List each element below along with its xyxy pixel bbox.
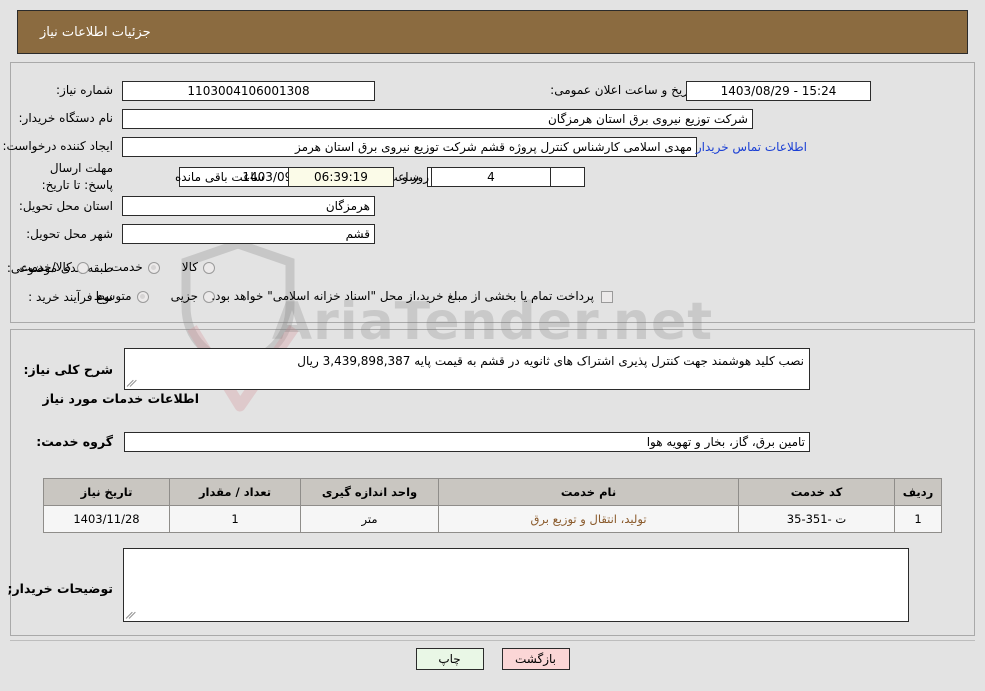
creator-label: ایجاد کننده درخواست: — [2, 139, 113, 153]
radio-icon[interactable] — [76, 261, 89, 274]
cell-unit: متر — [300, 505, 439, 533]
province-value[interactable]: هرمزگان — [122, 196, 375, 216]
table-row: 1 ت -351-35 تولید، انتقال و توزیع برق مت… — [43, 505, 942, 533]
announce-datetime-label: تاریخ و ساعت اعلان عمومی: — [550, 83, 695, 97]
remaining-days-label: روز و — [402, 170, 429, 184]
resize-grip-icon[interactable] — [127, 378, 137, 388]
table-header-row: ردیف کد خدمت نام خدمت واحد اندازه گیری ت… — [43, 478, 942, 506]
services-table-wrapper: ردیف کد خدمت نام خدمت واحد اندازه گیری ت… — [43, 478, 942, 533]
service-group-value[interactable]: تامین برق، گاز، بخار و تهویه هوا — [124, 432, 810, 452]
category-option-label: کالا/خدمت — [19, 260, 72, 274]
radio-icon[interactable] — [147, 261, 160, 274]
treasury-checkbox-row[interactable]: پرداخت تمام یا بخشی از مبلغ خرید،از محل … — [211, 288, 613, 305]
description-textarea[interactable]: نصب کلید هوشمند جهت کنترل پذیری اشتراک ه… — [124, 348, 810, 390]
page-header: جزئیات اطلاعات نیاز — [17, 10, 968, 54]
creator-value[interactable]: مهدی اسلامی کارشناس کنترل پروژه قشم شرکت… — [122, 137, 697, 157]
announce-datetime-value[interactable]: 15:24 - 1403/08/29 — [686, 81, 871, 101]
radio-icon[interactable] — [136, 290, 149, 303]
treasury-checkbox-label: پرداخت تمام یا بخشی از مبلغ خرید،از محل … — [211, 289, 594, 303]
column-header-needdate: تاریخ نیاز — [43, 478, 170, 506]
description-label: شرح کلی نیاز: — [23, 362, 113, 377]
category-option-kala[interactable]: کالا — [182, 259, 215, 276]
city-label: شهر محل تحویل: — [26, 227, 113, 241]
cell-code: ت -351-35 — [738, 505, 895, 533]
print-button[interactable]: چاپ — [415, 648, 484, 670]
process-radio-group: جزیی متوسط — [72, 288, 215, 305]
column-header-name: نام خدمت — [438, 478, 739, 506]
city-value[interactable]: قشم — [122, 224, 375, 244]
process-option-motavaset[interactable]: متوسط — [94, 288, 149, 305]
buyer-org-value[interactable]: شرکت توزیع نیروی برق استان هرمزگان — [122, 109, 753, 129]
cell-name: تولید، انتقال و توزیع برق — [438, 505, 739, 533]
column-header-code: کد خدمت — [738, 478, 895, 506]
cell-quantity: 1 — [169, 505, 301, 533]
deadline-label: مهلت ارسال پاسخ: تا تاریخ: — [41, 161, 113, 193]
need-number-row: شماره نیاز: — [56, 82, 113, 99]
need-info-panel — [10, 62, 975, 323]
radio-icon[interactable] — [203, 261, 215, 274]
process-option-label: متوسط — [93, 289, 132, 303]
category-radio-group: کالا خدمت کالا/خدمت — [0, 259, 215, 276]
column-header-radif: ردیف — [894, 478, 942, 506]
resize-grip-icon[interactable] — [126, 610, 136, 620]
buyer-notes-label: توضیحات خریدار; — [7, 581, 113, 596]
page-title: جزئیات اطلاعات نیاز — [40, 24, 151, 40]
category-option-khedmat[interactable]: خدمت — [111, 259, 160, 276]
announce-label-wrap: تاریخ و ساعت اعلان عمومی: — [550, 82, 695, 99]
services-section-title: اطلاعات خدمات مورد نیاز — [42, 391, 200, 406]
province-label: استان محل تحویل: — [18, 199, 113, 213]
remaining-days-value[interactable]: 4 — [431, 167, 551, 187]
buyer-notes-textarea[interactable] — [123, 548, 909, 622]
footer-divider — [10, 640, 975, 641]
city-row: شهر محل تحویل: — [26, 226, 113, 243]
back-button[interactable]: بازگشت — [501, 648, 570, 670]
category-option-label: کالا — [181, 260, 198, 274]
services-table: ردیف کد خدمت نام خدمت واحد اندازه گیری ت… — [43, 478, 942, 533]
category-option-label: خدمت — [110, 260, 143, 274]
need-number-label: شماره نیاز: — [56, 83, 113, 97]
column-header-unit: واحد اندازه گیری — [300, 478, 439, 506]
checkbox-icon[interactable] — [601, 290, 613, 303]
need-number-value[interactable]: 1103004106001308 — [122, 81, 375, 101]
buyer-org-label: نام دستگاه خریدار: — [18, 111, 114, 125]
remaining-suffix-label: ساعت باقی مانده — [175, 170, 265, 184]
cell-need-date: 1403/11/28 — [43, 505, 170, 533]
creator-row: ایجاد کننده درخواست: — [2, 138, 113, 155]
buyer-contact-link[interactable]: اطلاعات تماس خریدار — [696, 140, 807, 154]
description-value: نصب کلید هوشمند جهت کنترل پذیری اشتراک ه… — [297, 354, 804, 368]
buyer-org-row: نام دستگاه خریدار: — [19, 110, 114, 127]
process-option-label: جزیی — [170, 289, 198, 303]
process-option-jozei[interactable]: جزیی — [171, 288, 215, 305]
cell-radif: 1 — [894, 505, 942, 533]
page-root: AriaTender.net جزئیات اطلاعات نیاز شماره… — [0, 0, 985, 691]
deadline-row: مهلت ارسال پاسخ: تا تاریخ: — [20, 160, 113, 195]
province-row: استان محل تحویل: — [19, 198, 113, 215]
service-group-label: گروه خدمت: — [36, 434, 113, 449]
remaining-time-countdown: 06:39:19 — [288, 167, 394, 187]
column-header-quantity: تعداد / مقدار — [169, 478, 301, 506]
category-option-kala-khedmat[interactable]: کالا/خدمت — [20, 259, 89, 276]
footer-button-bar: چاپ بازگشت — [0, 648, 985, 670]
